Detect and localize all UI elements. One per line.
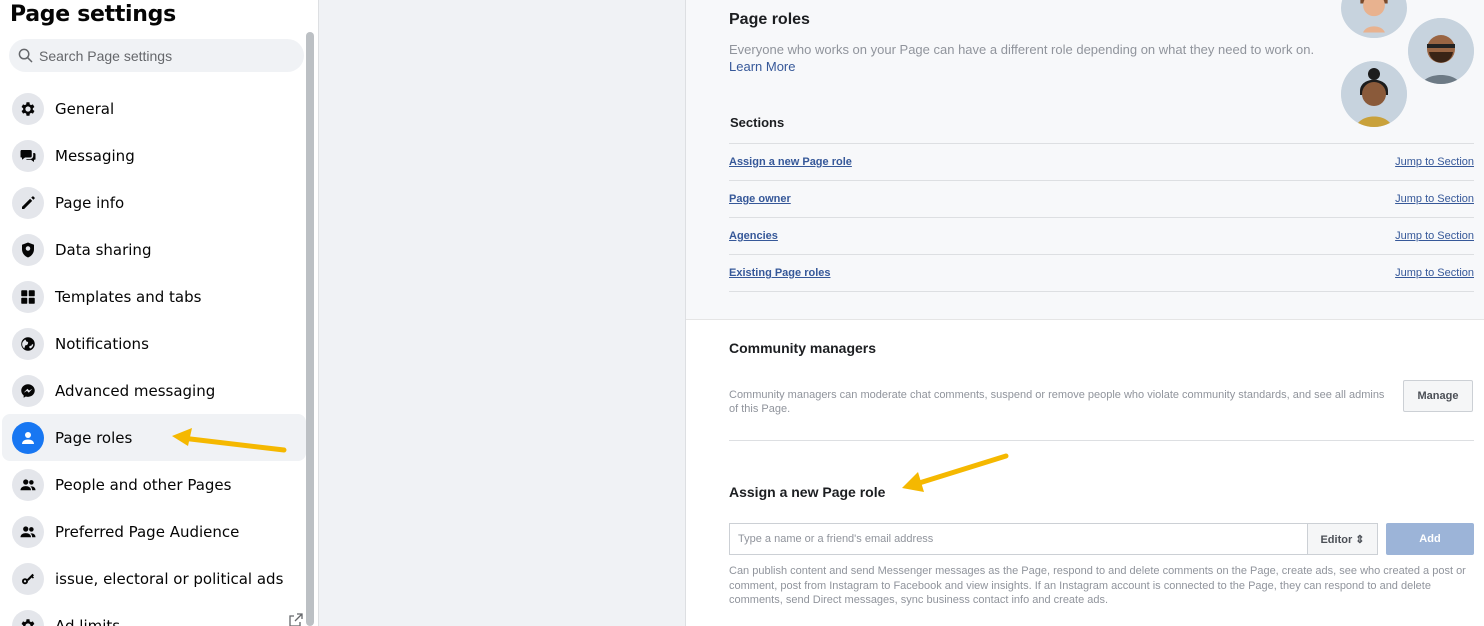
sidebar-scrollbar[interactable] (306, 32, 314, 626)
add-button[interactable]: Add (1386, 523, 1474, 555)
sidebar: Page settings General Messaging (0, 0, 319, 626)
sidebar-item-label: Advanced messaging (55, 381, 216, 400)
section-row: Page owner Jump to Section (729, 181, 1474, 218)
sidebar-item-data-sharing[interactable]: Data sharing (2, 226, 306, 273)
page-roles-panel: Page roles Everyone who works on your Pa… (686, 0, 1484, 320)
sidebar-item-label: Data sharing (55, 240, 152, 259)
sidebar-item-label: Page roles (55, 428, 133, 447)
empty-area (320, 0, 685, 626)
divider (729, 440, 1474, 441)
sidebar-item-label: Templates and tabs (55, 287, 202, 306)
community-managers-description: Community managers can moderate chat com… (729, 389, 1385, 415)
sidebar-title: Page settings (10, 2, 176, 27)
manage-button[interactable]: Manage (1403, 380, 1473, 412)
page-roles-description: Everyone who works on your Page can have… (729, 42, 1315, 57)
jump-to-section-link[interactable]: Jump to Section (1395, 230, 1474, 242)
sidebar-item-messaging[interactable]: Messaging (2, 132, 306, 179)
gear-icon (12, 92, 44, 125)
section-row: Agencies Jump to Section (729, 218, 1474, 255)
settings-nav: General Messaging Page info Data sharing (0, 85, 306, 626)
shield-icon (12, 233, 44, 266)
learn-more-link[interactable]: Learn More (729, 59, 795, 74)
sidebar-item-notifications[interactable]: Notifications (2, 320, 306, 367)
grid-icon (12, 280, 44, 313)
search-box[interactable] (9, 39, 304, 72)
people-icon (12, 515, 44, 548)
person-icon (12, 421, 44, 454)
community-managers-heading: Community managers (729, 340, 877, 356)
sidebar-item-general[interactable]: General (2, 85, 306, 132)
pencil-icon (12, 186, 44, 219)
sidebar-item-political-ads[interactable]: issue, electoral or political ads (2, 555, 306, 602)
sidebar-item-label: Page info (55, 193, 125, 212)
avatar-illustration (1408, 18, 1474, 84)
section-link-existing-roles[interactable]: Existing Page roles (729, 267, 830, 279)
messenger-icon (12, 374, 44, 407)
external-link-icon (289, 613, 303, 626)
assign-role-input[interactable] (729, 523, 1308, 555)
sidebar-item-ad-limits[interactable]: Ad limits (2, 602, 306, 626)
sidebar-item-label: Preferred Page Audience (55, 522, 240, 541)
sidebar-item-label: Notifications (55, 334, 149, 353)
sidebar-item-advanced-messaging[interactable]: Advanced messaging (2, 367, 306, 414)
section-row: Assign a new Page role Jump to Section (729, 144, 1474, 181)
role-description: Can publish content and send Messenger m… (729, 565, 1466, 606)
sidebar-item-page-roles[interactable]: Page roles (2, 414, 306, 461)
assign-role-heading: Assign a new Page role (729, 484, 886, 500)
jump-to-section-link[interactable]: Jump to Section (1395, 267, 1474, 279)
section-link-page-owner[interactable]: Page owner (729, 193, 791, 205)
avatar-illustration (1341, 61, 1407, 127)
sidebar-item-page-info[interactable]: Page info (2, 179, 306, 226)
sidebar-item-preferred-page-audience[interactable]: Preferred Page Audience (2, 508, 306, 555)
section-link-assign[interactable]: Assign a new Page role (729, 156, 852, 168)
people-icon (12, 468, 44, 501)
jump-to-section-link[interactable]: Jump to Section (1395, 156, 1474, 168)
search-icon (18, 48, 33, 63)
sidebar-item-label: issue, electoral or political ads (55, 569, 284, 588)
jump-to-section-link[interactable]: Jump to Section (1395, 193, 1474, 205)
app: Page settings General Messaging (0, 0, 1484, 626)
chat-bubbles-icon (12, 139, 44, 172)
role-select[interactable]: Editor ⇕ (1307, 523, 1378, 555)
search-input[interactable] (39, 47, 279, 64)
section-link-agencies[interactable]: Agencies (729, 230, 778, 242)
sidebar-item-label: Ad limits (55, 616, 121, 626)
page-title: Page roles (729, 11, 810, 28)
sidebar-item-label: People and other Pages (55, 475, 232, 494)
sections-heading: Sections (730, 115, 785, 130)
key-icon (12, 562, 44, 595)
sidebar-item-templates-and-tabs[interactable]: Templates and tabs (2, 273, 306, 320)
section-row: Existing Page roles Jump to Section (729, 255, 1474, 292)
avatar-illustration (1341, 0, 1407, 38)
globe-icon (12, 327, 44, 360)
page-roles-content: Page roles Everyone who works on your Pa… (685, 0, 1484, 626)
sidebar-item-label: General (55, 99, 115, 118)
sidebar-item-people-and-other-pages[interactable]: People and other Pages (2, 461, 306, 508)
sections-list: Assign a new Page role Jump to Section P… (729, 143, 1474, 292)
sidebar-item-label: Messaging (55, 146, 135, 165)
gear-icon (12, 609, 44, 626)
